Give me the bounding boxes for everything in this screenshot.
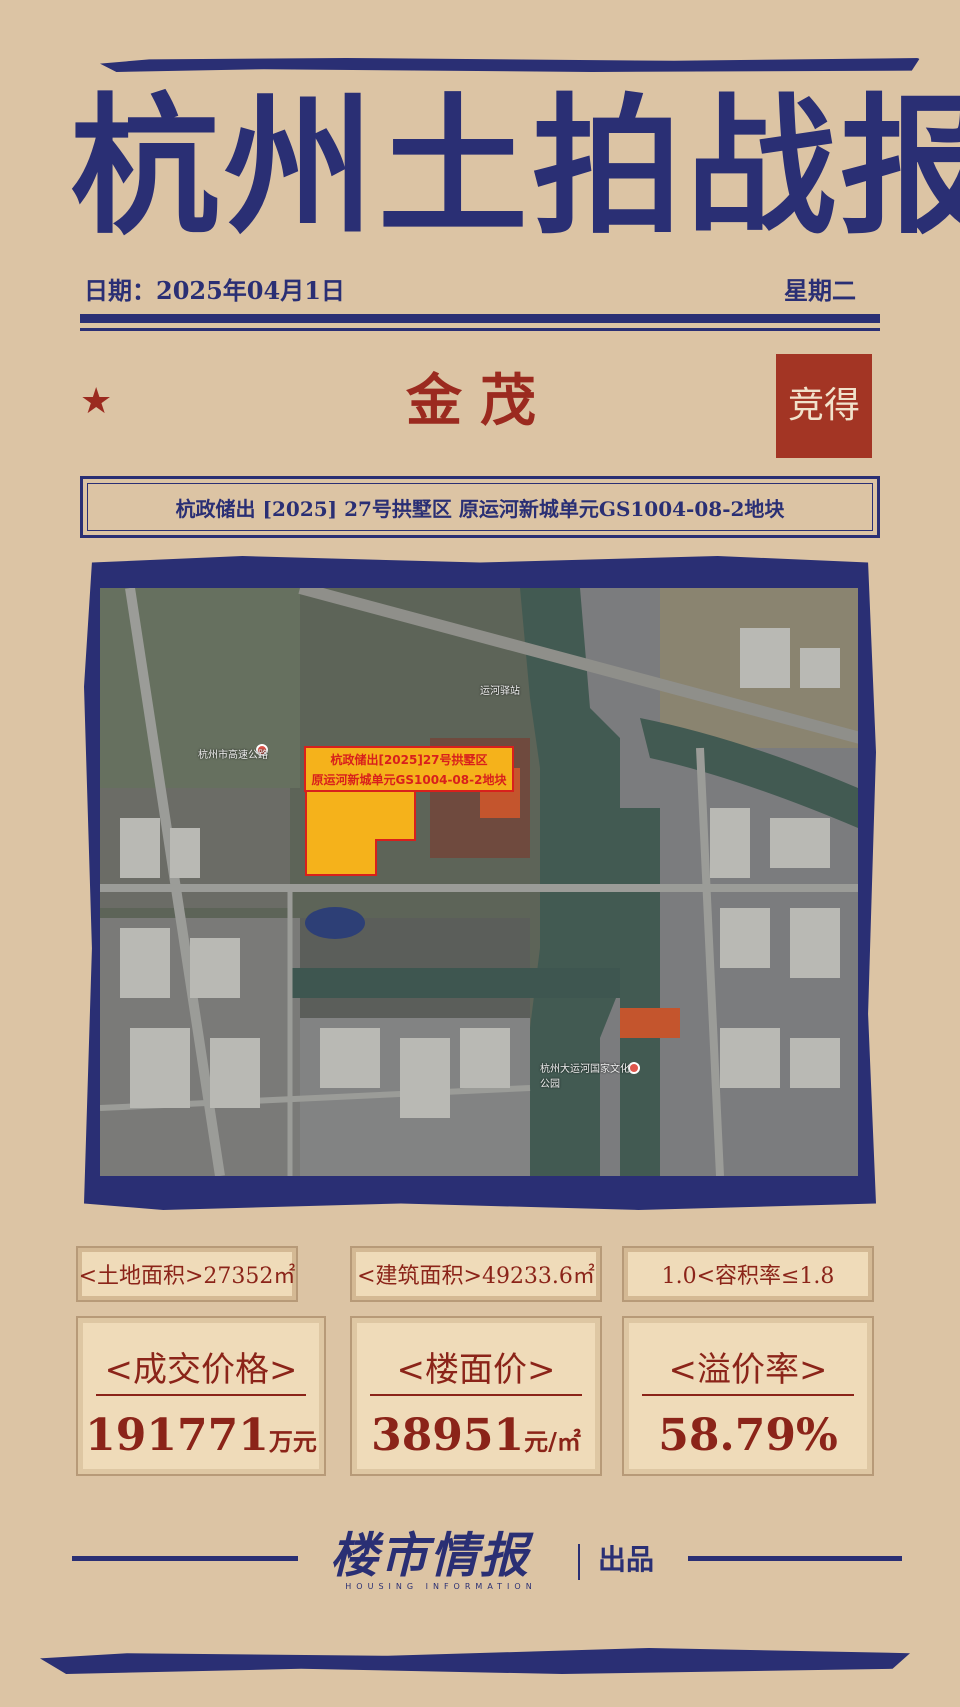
footer-line-left <box>72 1556 298 1561</box>
map-graphic <box>100 588 858 1176</box>
date-text: 日期：2025年04月1日 <box>84 275 345 305</box>
deal-price-value-row: 191771万元 <box>78 1410 324 1461</box>
masthead-title: 杭州土拍战报 <box>70 79 960 255</box>
floor-price-card: <楼面价> 38951元/㎡ <box>350 1316 602 1476</box>
deal-price-label: <成交价格> <box>104 1350 298 1390</box>
top-brush-stroke <box>100 58 920 72</box>
plot-name-box: 杭政储出 [2025] 27号拱墅区 原运河新城单元GS1004-08-2地块 <box>80 476 880 538</box>
deal-price-card: <成交价格> 191771万元 <box>76 1316 326 1476</box>
floor-price-label: <楼面价> <box>396 1350 556 1390</box>
floor-price-divider <box>370 1394 582 1396</box>
brand-subtitle: HOUSING INFORMATION <box>345 1582 537 1591</box>
premium-value: 58.79% <box>658 1410 838 1461</box>
brand-separator <box>578 1544 580 1580</box>
premium-card: <溢价率> 58.79% <box>622 1316 874 1476</box>
bottom-brush-stroke <box>40 1648 910 1674</box>
premium-divider <box>642 1394 854 1396</box>
land-area-text: <土地面积>27352㎡ <box>78 1264 296 1289</box>
brand-logo: 楼市情报 <box>330 1528 531 1584</box>
floor-price-value-row: 38951元/㎡ <box>352 1410 600 1461</box>
far-text: 1.0<容积率≤1.8 <box>661 1264 835 1289</box>
winner-name: 金茂 <box>406 368 554 434</box>
callout-line-2: 原运河新城单元GS1004-08-2地块 <box>311 773 507 787</box>
building-area-text: <建筑面积>49233.6㎡ <box>357 1264 595 1289</box>
won-badge: 竞得 <box>776 354 872 458</box>
land-area-box: <土地面积>27352㎡ <box>76 1246 298 1302</box>
header-rule-thin <box>80 328 880 331</box>
building-area-box: <建筑面积>49233.6㎡ <box>350 1246 602 1302</box>
plot-name: 杭政储出 [2025] 27号拱墅区 原运河新城单元GS1004-08-2地块 <box>87 483 873 531</box>
far-box: 1.0<容积率≤1.8 <box>622 1246 874 1302</box>
deal-price-value: 191771 <box>85 1410 269 1461</box>
floor-price-unit: 元/㎡ <box>524 1427 581 1456</box>
footer-line-right <box>688 1556 902 1561</box>
deal-price-unit: 万元 <box>268 1427 317 1456</box>
header-rule-thick <box>80 314 880 323</box>
weekday-text: 星期二 <box>784 275 856 305</box>
deal-price-divider <box>96 1394 306 1396</box>
poi-label-2: 杭州大运河国家文化公园 <box>540 1064 630 1090</box>
callout-line-1: 杭政储出[2025]27号拱墅区 <box>330 753 488 767</box>
satellite-map[interactable]: 杭政储出[2025]27号拱墅区 原运河新城单元GS1004-08-2地块 杭州… <box>100 588 858 1176</box>
star-icon: ★ <box>80 381 113 422</box>
premium-label: <溢价率> <box>668 1350 828 1390</box>
produced-by-text: 出品 <box>598 1543 655 1576</box>
floor-price-value: 38951 <box>371 1410 525 1461</box>
map-callout: 杭政储出[2025]27号拱墅区 原运河新城单元GS1004-08-2地块 <box>304 746 514 792</box>
poi-label-1: 杭州市高速公路 <box>198 750 268 761</box>
date-row: 日期：2025年04月1日 星期二 <box>84 270 856 306</box>
poi-label-3: 运河驿站 <box>480 686 520 697</box>
